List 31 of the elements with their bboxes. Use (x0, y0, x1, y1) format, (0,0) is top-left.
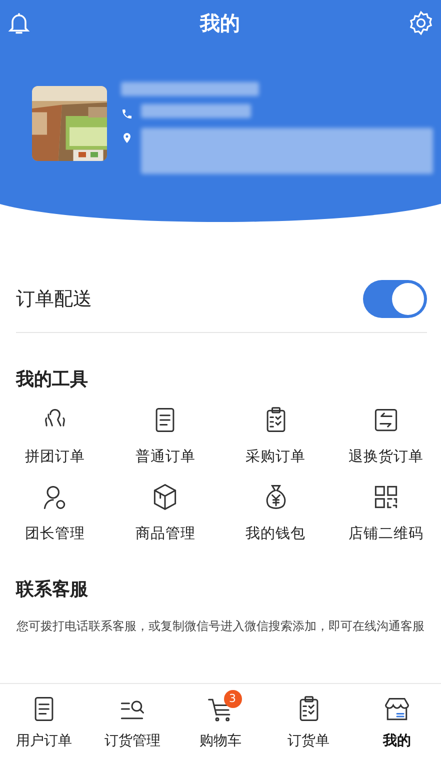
tool-label: 普通订单 (135, 448, 196, 466)
tool-item[interactable]: 拼团订单 (0, 405, 110, 466)
tab-item[interactable]: 订货单 (264, 684, 353, 764)
section-title: 联系客服 (16, 578, 89, 601)
location-pin-icon (121, 132, 133, 144)
tab-item[interactable]: 我的 (352, 684, 441, 764)
settings-icon[interactable] (408, 10, 434, 36)
tool-item[interactable]: 团长管理 (0, 482, 110, 543)
tool-label: 退换货订单 (348, 448, 424, 466)
tool-item[interactable]: 店铺二维码 (330, 482, 441, 543)
tool-label: 拼团订单 (25, 448, 86, 466)
tool-item[interactable]: 普通订单 (110, 405, 220, 466)
service-description: 您可拨打电话联系客服，或复制微信号进入微信搜索添加，即可在线沟通客服 (16, 619, 426, 634)
page-title: 我的 (200, 10, 240, 36)
tool-label: 我的钱包 (246, 525, 306, 543)
tab-item[interactable]: 订货管理 (88, 684, 176, 764)
tab-item[interactable]: 3 购物车 (176, 684, 265, 764)
toggle-switch[interactable] (363, 280, 427, 318)
tool-label: 商品管理 (135, 524, 196, 543)
tool-item[interactable]: 商品管理 (110, 482, 220, 543)
section-title: 我的工具 (16, 368, 89, 391)
count-badge: 3 (224, 690, 242, 708)
tool-label: 团长管理 (25, 525, 86, 543)
tool-item[interactable]: 采购订单 (220, 405, 331, 466)
tool-label: 店铺二维码 (348, 524, 424, 543)
tool-label: 采购订单 (246, 448, 306, 466)
delivery-label: 订单配送 (16, 287, 92, 312)
tab-item[interactable]: 用户订单 (0, 684, 88, 764)
tool-item[interactable]: 退换货订单 (330, 405, 441, 466)
tool-item[interactable]: 我的钱包 (220, 482, 331, 543)
phone-icon (121, 108, 133, 120)
